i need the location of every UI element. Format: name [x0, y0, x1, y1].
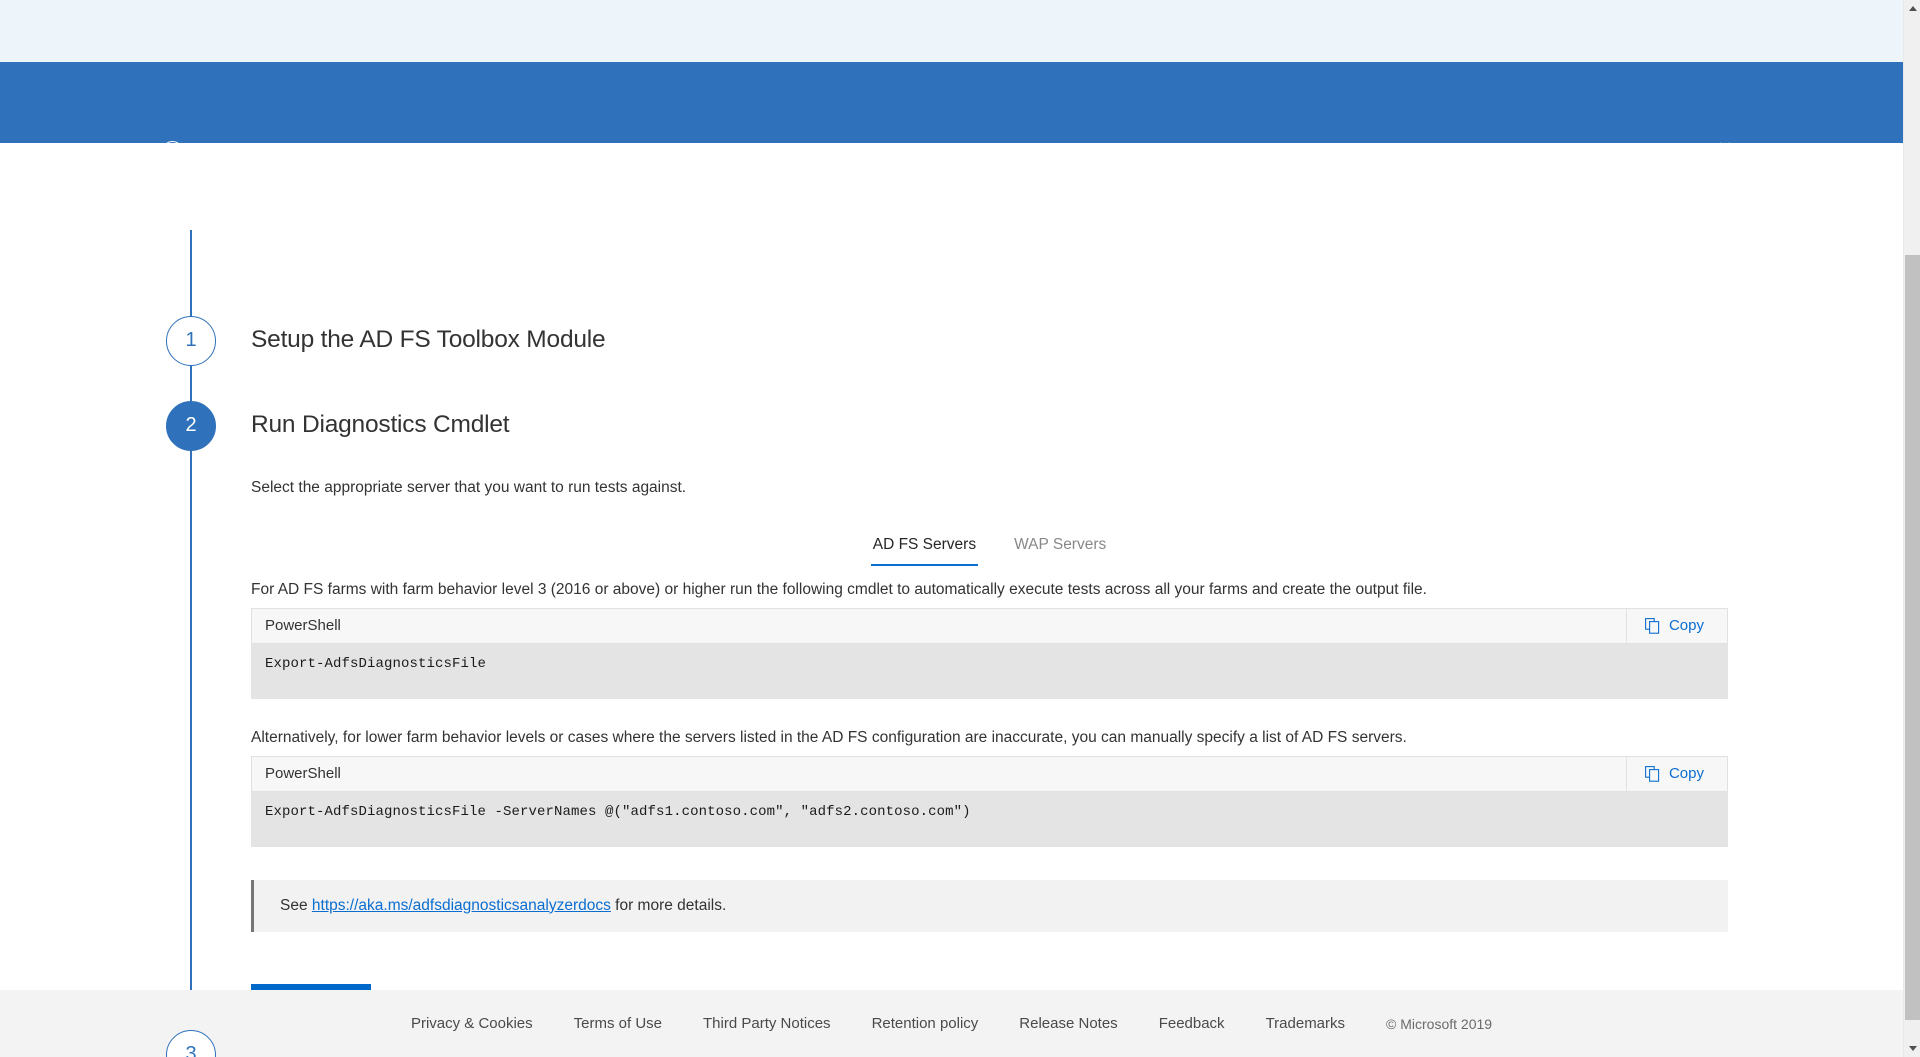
copy-button-2-label: Copy: [1669, 765, 1704, 782]
code-block-2: PowerShell Copy Export-AdfsDiagnosticsFi…: [251, 756, 1728, 847]
footer-link-release-notes[interactable]: Release Notes: [1019, 1015, 1117, 1032]
code-block-2-language: PowerShell: [252, 757, 341, 791]
step-2-intro: Select the appropriate server that you w…: [251, 479, 1728, 497]
step-1-title[interactable]: Setup the AD FS Toolbox Module: [251, 326, 605, 354]
footer-link-retention-policy[interactable]: Retention policy: [872, 1015, 979, 1032]
step-2-panel: Select the appropriate server that you w…: [251, 479, 1728, 1021]
page-root: i Are we missing something? Have an idea…: [0, 0, 1920, 1057]
code-block-1-description: For AD FS farms with farm behavior level…: [251, 580, 1728, 601]
footer-link-terms-of-use[interactable]: Terms of Use: [574, 1015, 662, 1032]
code-block-1-header: PowerShell Copy: [251, 608, 1728, 644]
caret-down-icon[interactable]: [1904, 1040, 1920, 1057]
scrollbar-thumb[interactable]: [1905, 255, 1920, 1020]
code-block-2-code[interactable]: Export-AdfsDiagnosticsFile -ServerNames …: [251, 792, 1728, 847]
tab-wap-servers[interactable]: WAP Servers: [1012, 536, 1108, 564]
copy-button-1[interactable]: Copy: [1626, 609, 1727, 643]
tab-adfs-servers[interactable]: AD FS Servers: [871, 536, 978, 566]
copy-button-2[interactable]: Copy: [1626, 757, 1727, 791]
footer: Privacy & Cookies Terms of Use Third Par…: [0, 990, 1903, 1057]
top-strip: [0, 0, 1903, 62]
docs-note-prefix: See: [280, 897, 312, 914]
rail-mask-top: [176, 178, 208, 230]
copy-pages-icon: [1645, 618, 1660, 634]
code-block-1-language: PowerShell: [252, 609, 341, 643]
docs-note: See https://aka.ms/adfsdiagnosticsanalyz…: [251, 880, 1728, 932]
code-block-2-header: PowerShell Copy: [251, 756, 1728, 792]
page-scrollbar[interactable]: [1903, 0, 1920, 1057]
step-1-circle[interactable]: 1: [166, 316, 216, 366]
caret-up-icon[interactable]: [1904, 0, 1920, 17]
server-type-tabs: AD FS Servers WAP Servers: [251, 536, 1728, 580]
copy-button-1-label: Copy: [1669, 617, 1704, 634]
step-2-circle[interactable]: 2: [166, 401, 216, 451]
docs-note-suffix: for more details.: [611, 897, 726, 914]
code-block-2-description: Alternatively, for lower farm behavior l…: [251, 728, 1728, 749]
step-2-title[interactable]: Run Diagnostics Cmdlet: [251, 411, 509, 439]
main-content: 1 Setup the AD FS Toolbox Module 2 Run D…: [0, 143, 1903, 990]
footer-link-trademarks[interactable]: Trademarks: [1266, 1015, 1345, 1032]
feedback-banner: i Are we missing something? Have an idea…: [0, 62, 1903, 143]
footer-link-third-party-notices[interactable]: Third Party Notices: [703, 1015, 831, 1032]
footer-copyright: © Microsoft 2019: [1386, 1016, 1492, 1032]
docs-link[interactable]: https://aka.ms/adfsdiagnosticsanalyzerdo…: [312, 897, 611, 914]
footer-link-privacy-cookies[interactable]: Privacy & Cookies: [411, 1015, 533, 1032]
code-block-1: PowerShell Copy Export-AdfsDiagnosticsFi…: [251, 608, 1728, 699]
copy-pages-icon: [1645, 766, 1660, 782]
code-block-1-code[interactable]: Export-AdfsDiagnosticsFile: [251, 644, 1728, 699]
footer-link-feedback[interactable]: Feedback: [1159, 1015, 1225, 1032]
